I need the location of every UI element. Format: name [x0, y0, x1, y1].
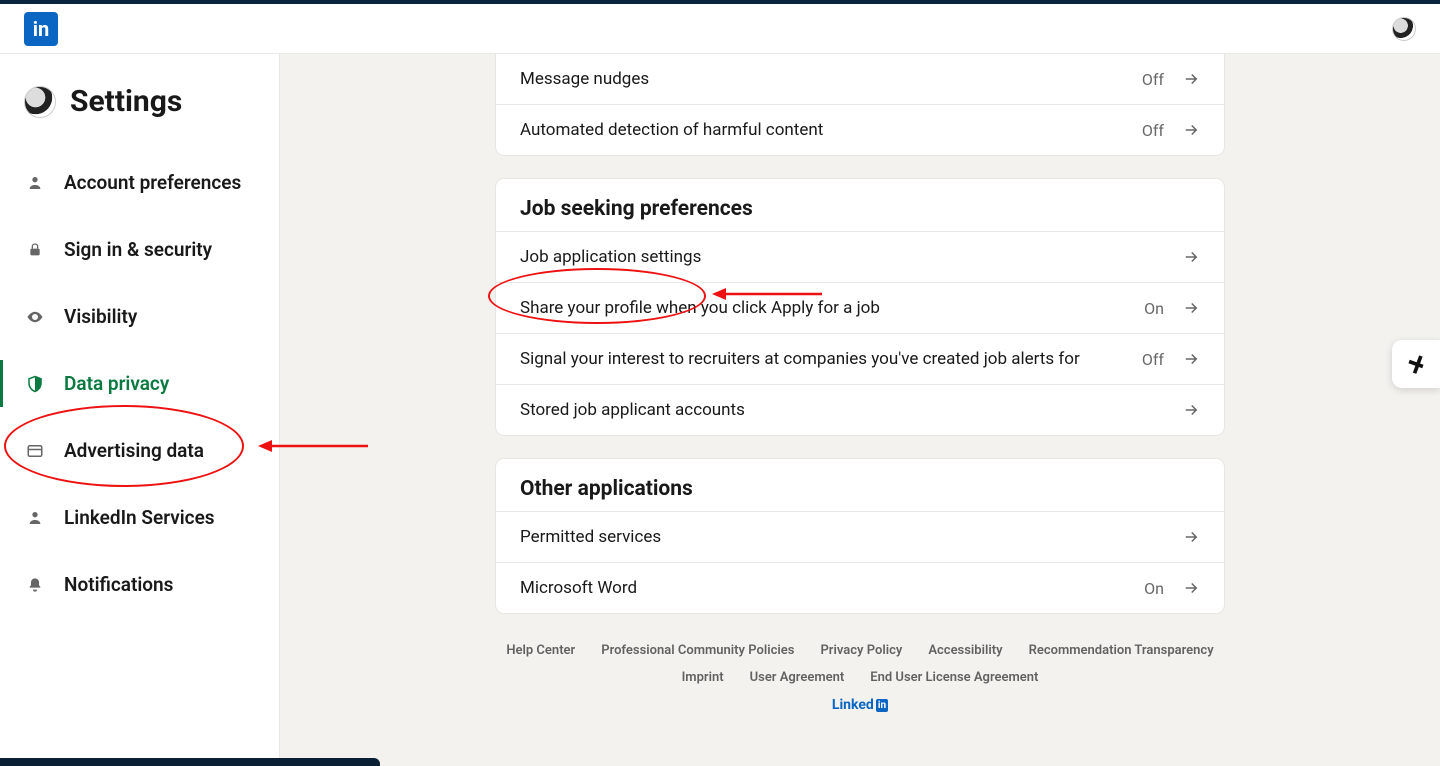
row-status: On: [1144, 299, 1164, 318]
row-label: Permitted services: [520, 527, 661, 547]
shield-icon: [24, 375, 46, 393]
row-permitted-services[interactable]: Permitted services: [496, 511, 1224, 562]
sidebar-header: Settings: [0, 84, 279, 139]
chevron-right-icon: [1182, 579, 1200, 597]
footer-row-2: Imprint User Agreement End User License …: [496, 670, 1224, 685]
sidebar-item-label: Data privacy: [64, 372, 169, 395]
user-icon: [24, 175, 46, 191]
chevron-right-icon: [1182, 121, 1200, 139]
row-message-nudges[interactable]: Message nudges Off: [496, 54, 1224, 104]
sidebar-item-label: Advertising data: [64, 439, 204, 462]
sidebar-item-label: Account preferences: [64, 171, 241, 194]
row-stored-accounts[interactable]: Stored job applicant accounts: [496, 384, 1224, 435]
eye-icon: [24, 308, 46, 326]
sidebar-item-label: Visibility: [64, 305, 137, 328]
row-label: Message nudges: [520, 69, 649, 89]
sidebar-item-account-preferences[interactable]: Account preferences: [0, 149, 279, 216]
card-other-applications: Other applications Permitted services Mi…: [496, 459, 1224, 613]
section-heading-other: Other applications: [496, 459, 1224, 511]
main-content: Message nudges Off Automated detection o…: [280, 54, 1440, 766]
footer-brand-box: in: [876, 699, 888, 712]
row-label: Microsoft Word: [520, 578, 637, 598]
bell-icon: [24, 577, 46, 593]
chevron-right-icon: [1182, 70, 1200, 88]
card-messaging: Message nudges Off Automated detection o…: [496, 54, 1224, 155]
footer-link-eula[interactable]: End User License Agreement: [870, 670, 1038, 685]
row-label: Job application settings: [520, 247, 701, 267]
row-label: Automated detection of harmful content: [520, 120, 823, 140]
linkedin-logo[interactable]: in: [24, 12, 58, 46]
footer-link-privacy-policy[interactable]: Privacy Policy: [820, 643, 902, 658]
row-microsoft-word[interactable]: Microsoft Word On: [496, 562, 1224, 613]
row-label: Share your profile when you click Apply …: [520, 298, 880, 318]
row-status: On: [1144, 579, 1164, 598]
section-heading-job: Job seeking preferences: [496, 179, 1224, 231]
footer: Help Center Professional Community Polic…: [496, 643, 1224, 713]
row-status: Off: [1142, 350, 1164, 369]
nav-avatar[interactable]: [1392, 17, 1416, 41]
footer-link-help-center[interactable]: Help Center: [506, 643, 575, 658]
row-label: Stored job applicant accounts: [520, 400, 745, 420]
sidebar: Settings Account preferences Sign in & s…: [0, 54, 280, 766]
footer-link-community-policies[interactable]: Professional Community Policies: [601, 643, 794, 658]
row-harmful-content[interactable]: Automated detection of harmful content O…: [496, 104, 1224, 155]
row-share-profile-apply[interactable]: Share your profile when you click Apply …: [496, 282, 1224, 333]
sidebar-item-visibility[interactable]: Visibility: [0, 283, 279, 350]
row-signal-interest[interactable]: Signal your interest to recruiters at co…: [496, 333, 1224, 384]
page-title: Settings: [70, 84, 182, 119]
row-label: Signal your interest to recruiters at co…: [520, 349, 1080, 369]
sidebar-item-advertising-data[interactable]: Advertising data: [0, 417, 279, 484]
sidebar-item-sign-in-security[interactable]: Sign in & security: [0, 216, 279, 283]
footer-brand-word: Linked: [832, 697, 874, 713]
footer-link-user-agreement[interactable]: User Agreement: [750, 670, 845, 685]
sidebar-nav: Account preferences Sign in & security V…: [0, 149, 279, 618]
sidebar-item-label: Sign in & security: [64, 238, 212, 261]
chevron-right-icon: [1182, 401, 1200, 419]
sidebar-item-label: LinkedIn Services: [64, 506, 215, 529]
global-nav: in: [0, 4, 1440, 54]
sidebar-avatar[interactable]: [24, 86, 56, 118]
footer-link-accessibility[interactable]: Accessibility: [928, 643, 1002, 658]
footer-link-recommendation-transparency[interactable]: Recommendation Transparency: [1029, 643, 1214, 658]
card-job-seeking: Job seeking preferences Job application …: [496, 179, 1224, 435]
sidebar-item-data-privacy[interactable]: Data privacy: [0, 350, 279, 417]
row-status: Off: [1142, 70, 1164, 89]
footer-row-1: Help Center Professional Community Polic…: [496, 643, 1224, 658]
floating-widget[interactable]: [1392, 340, 1440, 388]
sidebar-item-notifications[interactable]: Notifications: [0, 551, 279, 618]
chevron-right-icon: [1182, 299, 1200, 317]
taskbar-fragment: [0, 758, 380, 766]
linkedin-logo-text: in: [33, 17, 50, 41]
lock-icon: [24, 242, 46, 258]
footer-linkedin-logo[interactable]: Linked in: [832, 697, 888, 713]
card-icon: [24, 442, 46, 460]
chevron-right-icon: [1182, 528, 1200, 546]
chevron-right-icon: [1182, 248, 1200, 266]
sidebar-item-label: Notifications: [64, 573, 173, 596]
user-icon: [24, 510, 46, 526]
row-status: Off: [1142, 121, 1164, 140]
row-job-application-settings[interactable]: Job application settings: [496, 231, 1224, 282]
footer-link-imprint[interactable]: Imprint: [682, 670, 724, 685]
chevron-right-icon: [1182, 350, 1200, 368]
sidebar-item-linkedin-services[interactable]: LinkedIn Services: [0, 484, 279, 551]
